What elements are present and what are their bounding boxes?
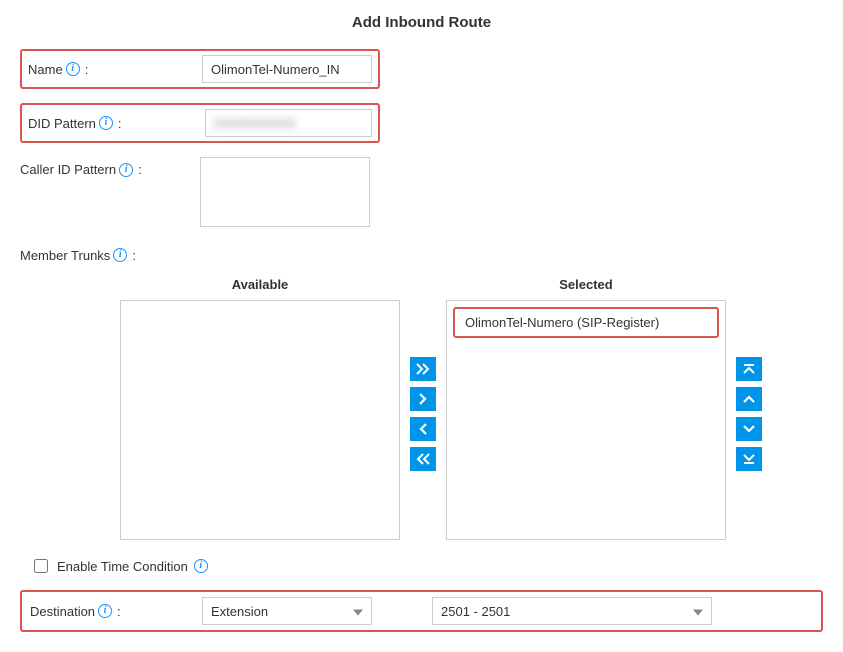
- destination-type-value: Extension: [211, 604, 268, 619]
- info-icon[interactable]: i: [113, 248, 127, 262]
- chevron-left-icon: [417, 423, 429, 435]
- cid-label: Caller ID Pattern: [20, 162, 116, 177]
- caret-down-icon: [693, 604, 703, 619]
- double-chevron-right-icon: [416, 363, 430, 375]
- info-icon[interactable]: i: [66, 62, 80, 76]
- info-icon[interactable]: i: [119, 163, 133, 177]
- available-header: Available: [232, 277, 289, 292]
- info-icon[interactable]: i: [99, 116, 113, 130]
- destination-value-select[interactable]: 2501 - 2501: [432, 597, 712, 625]
- list-item[interactable]: OlimonTel-Numero (SIP-Register): [459, 311, 713, 334]
- colon: :: [132, 248, 136, 263]
- add-all-button[interactable]: [410, 357, 436, 381]
- colon: :: [118, 116, 122, 131]
- double-chevron-left-icon: [416, 453, 430, 465]
- move-top-button[interactable]: [736, 357, 762, 381]
- cid-input[interactable]: [200, 157, 370, 227]
- name-row-highlight: Name i :: [20, 49, 380, 89]
- destination-type-select[interactable]: Extension: [202, 597, 372, 625]
- name-input[interactable]: [202, 55, 372, 83]
- info-icon[interactable]: i: [98, 604, 112, 618]
- remove-button[interactable]: [410, 417, 436, 441]
- selected-header: Selected: [559, 277, 612, 292]
- move-up-button[interactable]: [736, 387, 762, 411]
- chevron-up-icon: [743, 393, 755, 405]
- selected-item-highlight: OlimonTel-Numero (SIP-Register): [453, 307, 719, 338]
- name-label: Name: [28, 62, 63, 77]
- colon: :: [138, 162, 142, 177]
- move-bottom-button[interactable]: [736, 447, 762, 471]
- did-input[interactable]: 0000000000: [205, 109, 372, 137]
- info-icon[interactable]: i: [194, 559, 208, 573]
- remove-all-button[interactable]: [410, 447, 436, 471]
- page-title: Add Inbound Route: [20, 14, 823, 31]
- chevron-down-icon: [743, 423, 755, 435]
- caret-down-icon: [353, 604, 363, 619]
- etc-label: Enable Time Condition: [57, 559, 188, 574]
- colon: :: [117, 604, 121, 619]
- did-label: DID Pattern: [28, 116, 96, 131]
- enable-time-condition-checkbox[interactable]: [34, 559, 48, 573]
- destination-row-highlight: Destination i : Extension 2501 - 2501: [20, 590, 823, 632]
- trunks-label: Member Trunks: [20, 248, 110, 263]
- available-listbox[interactable]: [120, 300, 400, 540]
- add-button[interactable]: [410, 387, 436, 411]
- move-down-button[interactable]: [736, 417, 762, 441]
- destination-label: Destination: [30, 604, 95, 619]
- did-value-blurred: 0000000000: [214, 116, 296, 131]
- chevron-bottom-icon: [742, 453, 756, 465]
- colon: :: [85, 62, 89, 77]
- did-row-highlight: DID Pattern i : 0000000000: [20, 103, 380, 143]
- destination-value: 2501 - 2501: [441, 604, 510, 619]
- chevron-top-icon: [742, 363, 756, 375]
- selected-listbox[interactable]: OlimonTel-Numero (SIP-Register): [446, 300, 726, 540]
- chevron-right-icon: [417, 393, 429, 405]
